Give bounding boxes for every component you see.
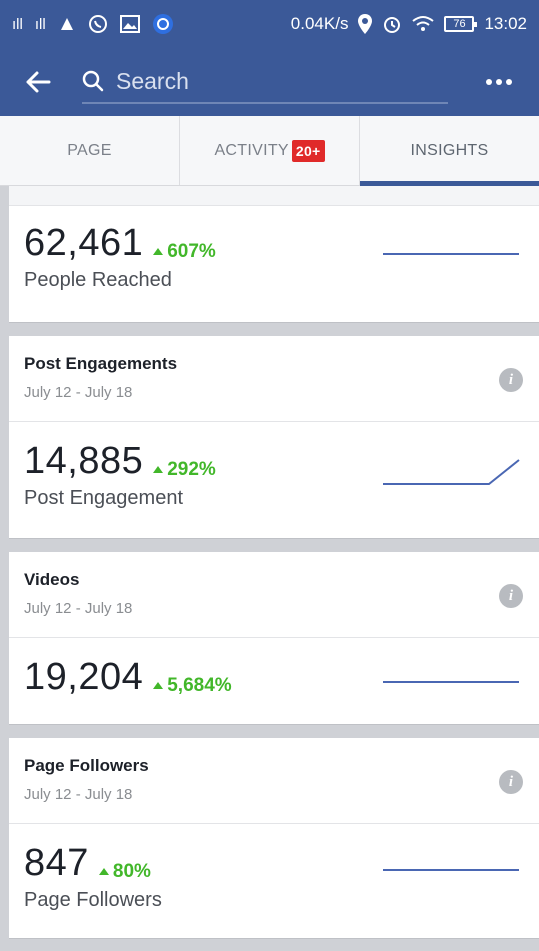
- insights-content: 62,461 607% People Reached Post Engageme…: [9, 186, 539, 951]
- section-separator: [9, 538, 539, 552]
- tab-page[interactable]: PAGE: [0, 116, 180, 185]
- tab-bar: PAGE ACTIVITY 20+ INSIGHTS: [0, 116, 539, 186]
- back-button[interactable]: [20, 64, 56, 100]
- top-gap: [9, 186, 539, 206]
- section-title: Post Engagements: [24, 354, 178, 373]
- section-header: Page Followers July 12 - July 18 i: [9, 738, 539, 824]
- alarm-icon: [382, 14, 402, 34]
- whatsapp-icon: [88, 14, 108, 34]
- section-title: Page Followers: [24, 756, 149, 775]
- metric-value: 14,885: [24, 440, 144, 482]
- section-header: Post Engagements July 12 - July 18 i: [9, 336, 539, 422]
- up-arrow-icon: [153, 682, 164, 689]
- metric-change: 80%: [98, 860, 151, 883]
- metric-change-value: 607%: [167, 240, 216, 262]
- search-icon: [82, 70, 104, 92]
- status-bar: ıll ıll 0.04K/s 76 13:02: [0, 0, 539, 48]
- signal-icon: ıll: [12, 15, 23, 33]
- more-dot: [506, 79, 512, 85]
- tab-label: ACTIVITY: [214, 141, 289, 159]
- metric-block: 14,885 292% Post Engagement: [9, 422, 539, 538]
- up-arrow-icon: [98, 868, 109, 875]
- more-dot: [496, 79, 502, 85]
- metric-change: 292%: [153, 459, 216, 481]
- up-arrow-icon: [153, 466, 164, 473]
- status-right: 0.04K/s 76 13:02: [291, 14, 527, 34]
- sparkline: [383, 459, 520, 485]
- tab-insights[interactable]: INSIGHTS: [360, 116, 539, 186]
- section-header: Videos July 12 - July 18 i: [9, 552, 539, 638]
- section-title: Videos: [24, 570, 80, 589]
- metric-change: 607%: [153, 241, 216, 263]
- browser-icon: [152, 13, 174, 35]
- metric-change-value: 292%: [167, 458, 216, 480]
- app-notification-icon: [58, 15, 76, 33]
- people-reached-card[interactable]: 62,461 607% People Reached: [9, 206, 539, 322]
- sparkline: [383, 869, 519, 871]
- arrow-left-icon: [26, 71, 51, 93]
- section-date: July 12 - July 18: [24, 786, 133, 803]
- section-separator: [9, 322, 539, 336]
- metric-value: 19,204: [24, 656, 144, 698]
- wifi-icon: [412, 15, 435, 33]
- network-speed: 0.04K/s: [290, 14, 349, 33]
- up-arrow-icon: [153, 248, 164, 255]
- info-icon[interactable]: i: [499, 770, 523, 794]
- more-options-button[interactable]: [479, 64, 519, 100]
- status-left: ıll ıll: [12, 13, 174, 35]
- sparkline: [383, 681, 519, 683]
- section-date: July 12 - July 18: [24, 384, 133, 401]
- search-placeholder: Search: [116, 67, 189, 94]
- info-icon[interactable]: i: [499, 584, 523, 608]
- sparkline: [383, 253, 519, 255]
- page-followers-card[interactable]: Page Followers July 12 - July 18 i 847 8…: [9, 738, 539, 938]
- signal-icon-2: ıll: [34, 15, 46, 33]
- info-icon[interactable]: i: [499, 368, 523, 392]
- battery-icon: 76: [444, 16, 478, 32]
- location-icon: [358, 14, 373, 34]
- metric-change-value: 5,684%: [167, 674, 232, 696]
- metric-block: 19,204 5,684%: [9, 638, 539, 724]
- metric-change-value: 80%: [112, 860, 151, 882]
- metric-change: 5,684%: [153, 674, 232, 697]
- tab-label: PAGE: [67, 141, 112, 159]
- app-bar: Search: [0, 48, 539, 116]
- metric-value: 62,461: [24, 222, 144, 264]
- metric-value: 847: [24, 842, 89, 884]
- gallery-icon: [119, 15, 140, 33]
- metric-label: Page Followers: [24, 889, 162, 911]
- tab-activity[interactable]: ACTIVITY 20+: [180, 116, 360, 185]
- search-input[interactable]: Search: [82, 60, 448, 104]
- clock: 13:02: [484, 14, 527, 33]
- section-separator: [9, 938, 539, 951]
- post-engagements-card[interactable]: Post Engagements July 12 - July 18 i 14,…: [9, 336, 539, 538]
- videos-card[interactable]: Videos July 12 - July 18 i 19,204 5,684%: [9, 552, 539, 724]
- metric-block: 62,461 607% People Reached: [9, 206, 539, 292]
- metric-block: 847 80% Page Followers: [9, 824, 539, 938]
- more-dots-icon: [486, 79, 492, 85]
- notification-badge: 20+: [291, 139, 325, 162]
- section-date: July 12 - July 18: [24, 600, 133, 617]
- section-separator: [9, 724, 539, 738]
- tab-label: INSIGHTS: [410, 141, 489, 159]
